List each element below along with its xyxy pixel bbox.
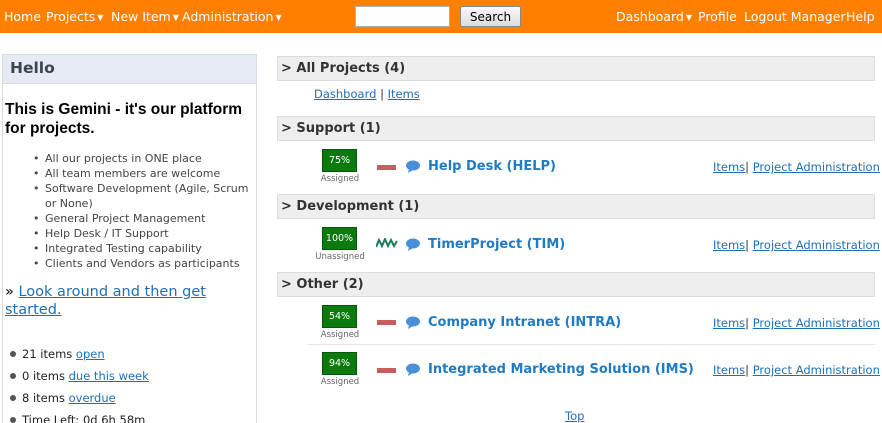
open-items-link[interactable]: open [76, 347, 105, 361]
trend-zigzag-icon [376, 238, 398, 248]
stat-overdue: 8 items overdue [9, 390, 254, 412]
project-items-link[interactable]: Items [713, 238, 745, 252]
project-items-link[interactable]: Items [713, 363, 745, 377]
other-group-header[interactable]: > Other (2) [277, 272, 875, 297]
link-separator: | [745, 316, 750, 330]
link-separator: | [745, 363, 750, 377]
link-separator: | [745, 238, 750, 252]
chevron-down-icon: ▼ [275, 13, 282, 22]
project-admin-link[interactable]: Project Administration [753, 160, 880, 174]
list-item: Integrated Testing capability [33, 241, 255, 256]
overdue-link[interactable]: overdue [69, 391, 116, 405]
project-actions: Items| Project Administration [713, 238, 880, 252]
link-separator: | [745, 160, 750, 174]
stat-due: 0 items due this week [9, 368, 254, 390]
project-link-tim[interactable]: TimerProject (TIM) [428, 237, 565, 252]
nav-profile[interactable]: Profile [698, 9, 737, 24]
search-button[interactable]: Search [460, 6, 521, 27]
assignment-status: Assigned [320, 330, 360, 340]
list-item: Clients and Vendors as participants [33, 256, 255, 271]
get-started-text: » Look around and then get started. [5, 283, 250, 319]
nav-projects-label: Projects [46, 9, 96, 24]
dashboard-link[interactable]: Dashboard [314, 87, 376, 101]
nav-dashboard[interactable]: Dashboard ▼ [616, 9, 692, 24]
nav-logout[interactable]: Logout Manager [744, 9, 846, 24]
project-items-link[interactable]: Items [713, 316, 745, 330]
stat-time-left: Time Left: 0d 6h 58m [9, 412, 254, 423]
assignment-status: Assigned [320, 377, 360, 387]
chevron-down-icon: ▼ [172, 13, 179, 22]
search-input[interactable] [355, 6, 450, 27]
speech-bubble-icon[interactable] [405, 238, 421, 251]
priority-bar-icon [377, 320, 396, 325]
nav-new-item-label: New Item [111, 9, 171, 24]
stat-open-count: 21 items [22, 347, 73, 361]
feature-list: All our projects in ONE place All team m… [33, 151, 255, 271]
stat-open: 21 items open [9, 346, 254, 368]
all-projects-header[interactable]: > All Projects (4) [277, 56, 875, 81]
all-projects-links: Dashboard | Items [314, 87, 420, 101]
nav-administration[interactable]: Administration ▼ [182, 9, 282, 24]
progress-badge: 54% [322, 305, 357, 328]
project-actions: Items| Project Administration [713, 363, 880, 377]
speech-bubble-icon[interactable] [405, 316, 421, 329]
stat-overdue-count: 8 items [22, 391, 65, 405]
due-this-week-link[interactable]: due this week [69, 369, 149, 383]
speech-bubble-icon[interactable] [405, 160, 421, 173]
top-navigation-bar: Home Projects ▼ New Item ▼ Administration ▼… [0, 0, 882, 33]
speech-bubble-icon[interactable] [405, 363, 421, 376]
get-started-link[interactable]: Look around and then get started. [5, 284, 206, 318]
time-left-text: Time Left: 0d 6h 58m [22, 413, 146, 423]
priority-bar-icon [377, 165, 396, 170]
nav-administration-label: Administration [182, 9, 274, 24]
priority-bar-icon [377, 368, 396, 373]
progress-badge: 94% [322, 352, 357, 375]
stat-due-count: 0 items [22, 369, 65, 383]
intro-text: This is Gemini - it's our platform for p… [5, 101, 243, 137]
project-admin-link[interactable]: Project Administration [753, 238, 880, 252]
project-actions: Items| Project Administration [713, 316, 880, 330]
back-to-top-link[interactable]: Top [565, 409, 584, 423]
link-separator: | [380, 87, 384, 101]
list-item: Software Development (Agile, Scrum or No… [33, 181, 255, 211]
project-link-intra[interactable]: Company Intranet (INTRA) [428, 315, 621, 330]
nav-help[interactable]: Help [846, 9, 875, 24]
assignment-status: Unassigned [315, 252, 365, 262]
progress-badge: 75% [322, 149, 357, 172]
hello-panel: Hello This is Gemini - it's our platform… [2, 54, 257, 423]
progress-badge: 100% [322, 227, 357, 250]
project-actions: Items| Project Administration [713, 160, 880, 174]
support-group-header[interactable]: > Support (1) [277, 116, 875, 141]
list-item: Help Desk / IT Support [33, 226, 255, 241]
row-divider [308, 344, 875, 345]
assignment-status: Assigned [320, 174, 360, 184]
project-link-ims[interactable]: Integrated Marketing Solution (IMS) [428, 362, 694, 377]
chevron-down-icon: ▼ [685, 13, 692, 22]
raquo-glyph: » [5, 284, 14, 300]
items-link[interactable]: Items [388, 87, 420, 101]
project-admin-link[interactable]: Project Administration [753, 316, 880, 330]
chevron-down-icon: ▼ [97, 13, 104, 22]
nav-dashboard-label: Dashboard [616, 9, 684, 24]
project-items-link[interactable]: Items [713, 160, 745, 174]
list-item: All our projects in ONE place [33, 151, 255, 166]
list-item: All team members are welcome [33, 166, 255, 181]
item-stats: 21 items open 0 items due this week 8 it… [9, 346, 254, 423]
list-item: General Project Management [33, 211, 255, 226]
nav-projects[interactable]: Projects ▼ [46, 9, 103, 24]
hello-heading: Hello [3, 55, 256, 84]
nav-new-item[interactable]: New Item ▼ [111, 9, 179, 24]
nav-home[interactable]: Home [4, 9, 41, 24]
project-link-help[interactable]: Help Desk (HELP) [428, 159, 556, 174]
development-group-header[interactable]: > Development (1) [277, 194, 875, 219]
project-admin-link[interactable]: Project Administration [753, 363, 880, 377]
